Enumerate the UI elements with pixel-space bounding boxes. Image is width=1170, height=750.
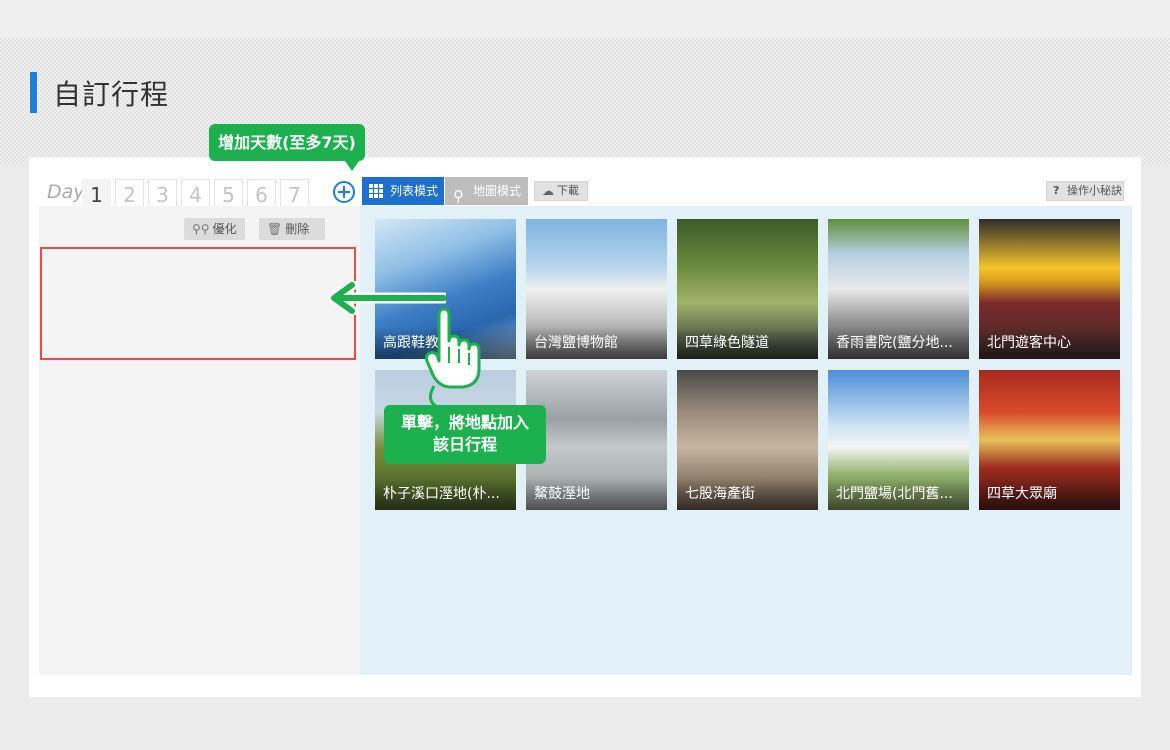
day-tab-4[interactable]: 4 [181,179,210,207]
place-card-label: 北門遊客中心 [979,327,1120,359]
itinerary-drop-zone[interactable] [40,247,356,360]
add-day-icon[interactable] [333,181,355,203]
page-title: 自訂行程 [53,78,170,111]
place-card-label: 北門鹽場(北門舊... [828,478,969,510]
list-mode-label: 列表模式 [390,184,439,198]
optimize-label: 優化 [212,222,237,236]
day-tab-5[interactable]: 5 [214,179,243,207]
place-card[interactable]: 鰲鼓溼地 [526,370,667,510]
click-to-add-tooltip: 單擊，將地點加入 該日行程 [384,405,546,464]
question-icon: ? [1053,184,1060,197]
map-pins-icon: ⚲⚲ [192,222,210,236]
click-tip-line-2: 該日行程 [432,435,497,454]
place-card-label: 四草大眾廟 [979,478,1120,510]
help-button[interactable]: ? 操作小秘訣 [1046,181,1124,201]
top-strip [0,0,1170,38]
map-mode-button[interactable]: ⚲ 地圖模式 [445,177,528,205]
list-mode-button[interactable]: 列表模式 [362,177,444,205]
cloud-download-icon: ☁ [542,184,554,198]
place-card[interactable]: 七股海產街 [677,370,818,510]
download-button[interactable]: ☁ 下載 [534,181,588,201]
optimize-button[interactable]: ⚲⚲ 優化 [184,218,245,240]
place-card-label: 鰲鼓溼地 [526,478,667,510]
header-band [0,38,1170,166]
day-tab-2[interactable]: 2 [115,179,144,207]
delete-button[interactable]: 🗑 刪除 [259,218,325,240]
day-tab-7[interactable]: 7 [280,179,309,207]
day-tab-1[interactable]: 1 [82,179,111,207]
add-days-tooltip: 增加天數(至多7天) [209,124,365,171]
day-tab-6[interactable]: 6 [247,179,276,207]
grid-icon [369,184,384,199]
place-card[interactable]: 香雨書院(鹽分地... [828,219,969,359]
place-card[interactable]: 四草大眾廟 [979,370,1120,510]
day-label: Day [47,181,85,203]
place-card[interactable]: 台灣鹽博物館 [526,219,667,359]
click-tip-line-1: 單擊，將地點加入 [400,413,529,432]
place-card-label: 香雨書院(鹽分地... [828,327,969,359]
place-card[interactable]: 四草綠色隧道 [677,219,818,359]
title-accent-bar [30,72,37,113]
place-card-label: 朴子溪口溼地(朴... [375,478,516,510]
map-pin-icon: ⚲ [453,187,464,205]
place-card-label: 台灣鹽博物館 [526,327,667,359]
delete-label: 刪除 [285,222,310,236]
trash-icon: 🗑 [267,222,283,236]
place-card[interactable]: 北門鹽場(北門舊... [828,370,969,510]
place-card-label: 七股海產街 [677,478,818,510]
day-tab-3[interactable]: 3 [148,179,177,207]
map-mode-label: 地圖模式 [473,184,522,198]
help-label: 操作小秘訣 [1067,184,1122,197]
hand-pointer-icon [425,307,481,389]
download-label: 下載 [557,184,579,197]
place-card-label: 四草綠色隧道 [677,327,818,359]
place-card[interactable]: 北門遊客中心 [979,219,1120,359]
